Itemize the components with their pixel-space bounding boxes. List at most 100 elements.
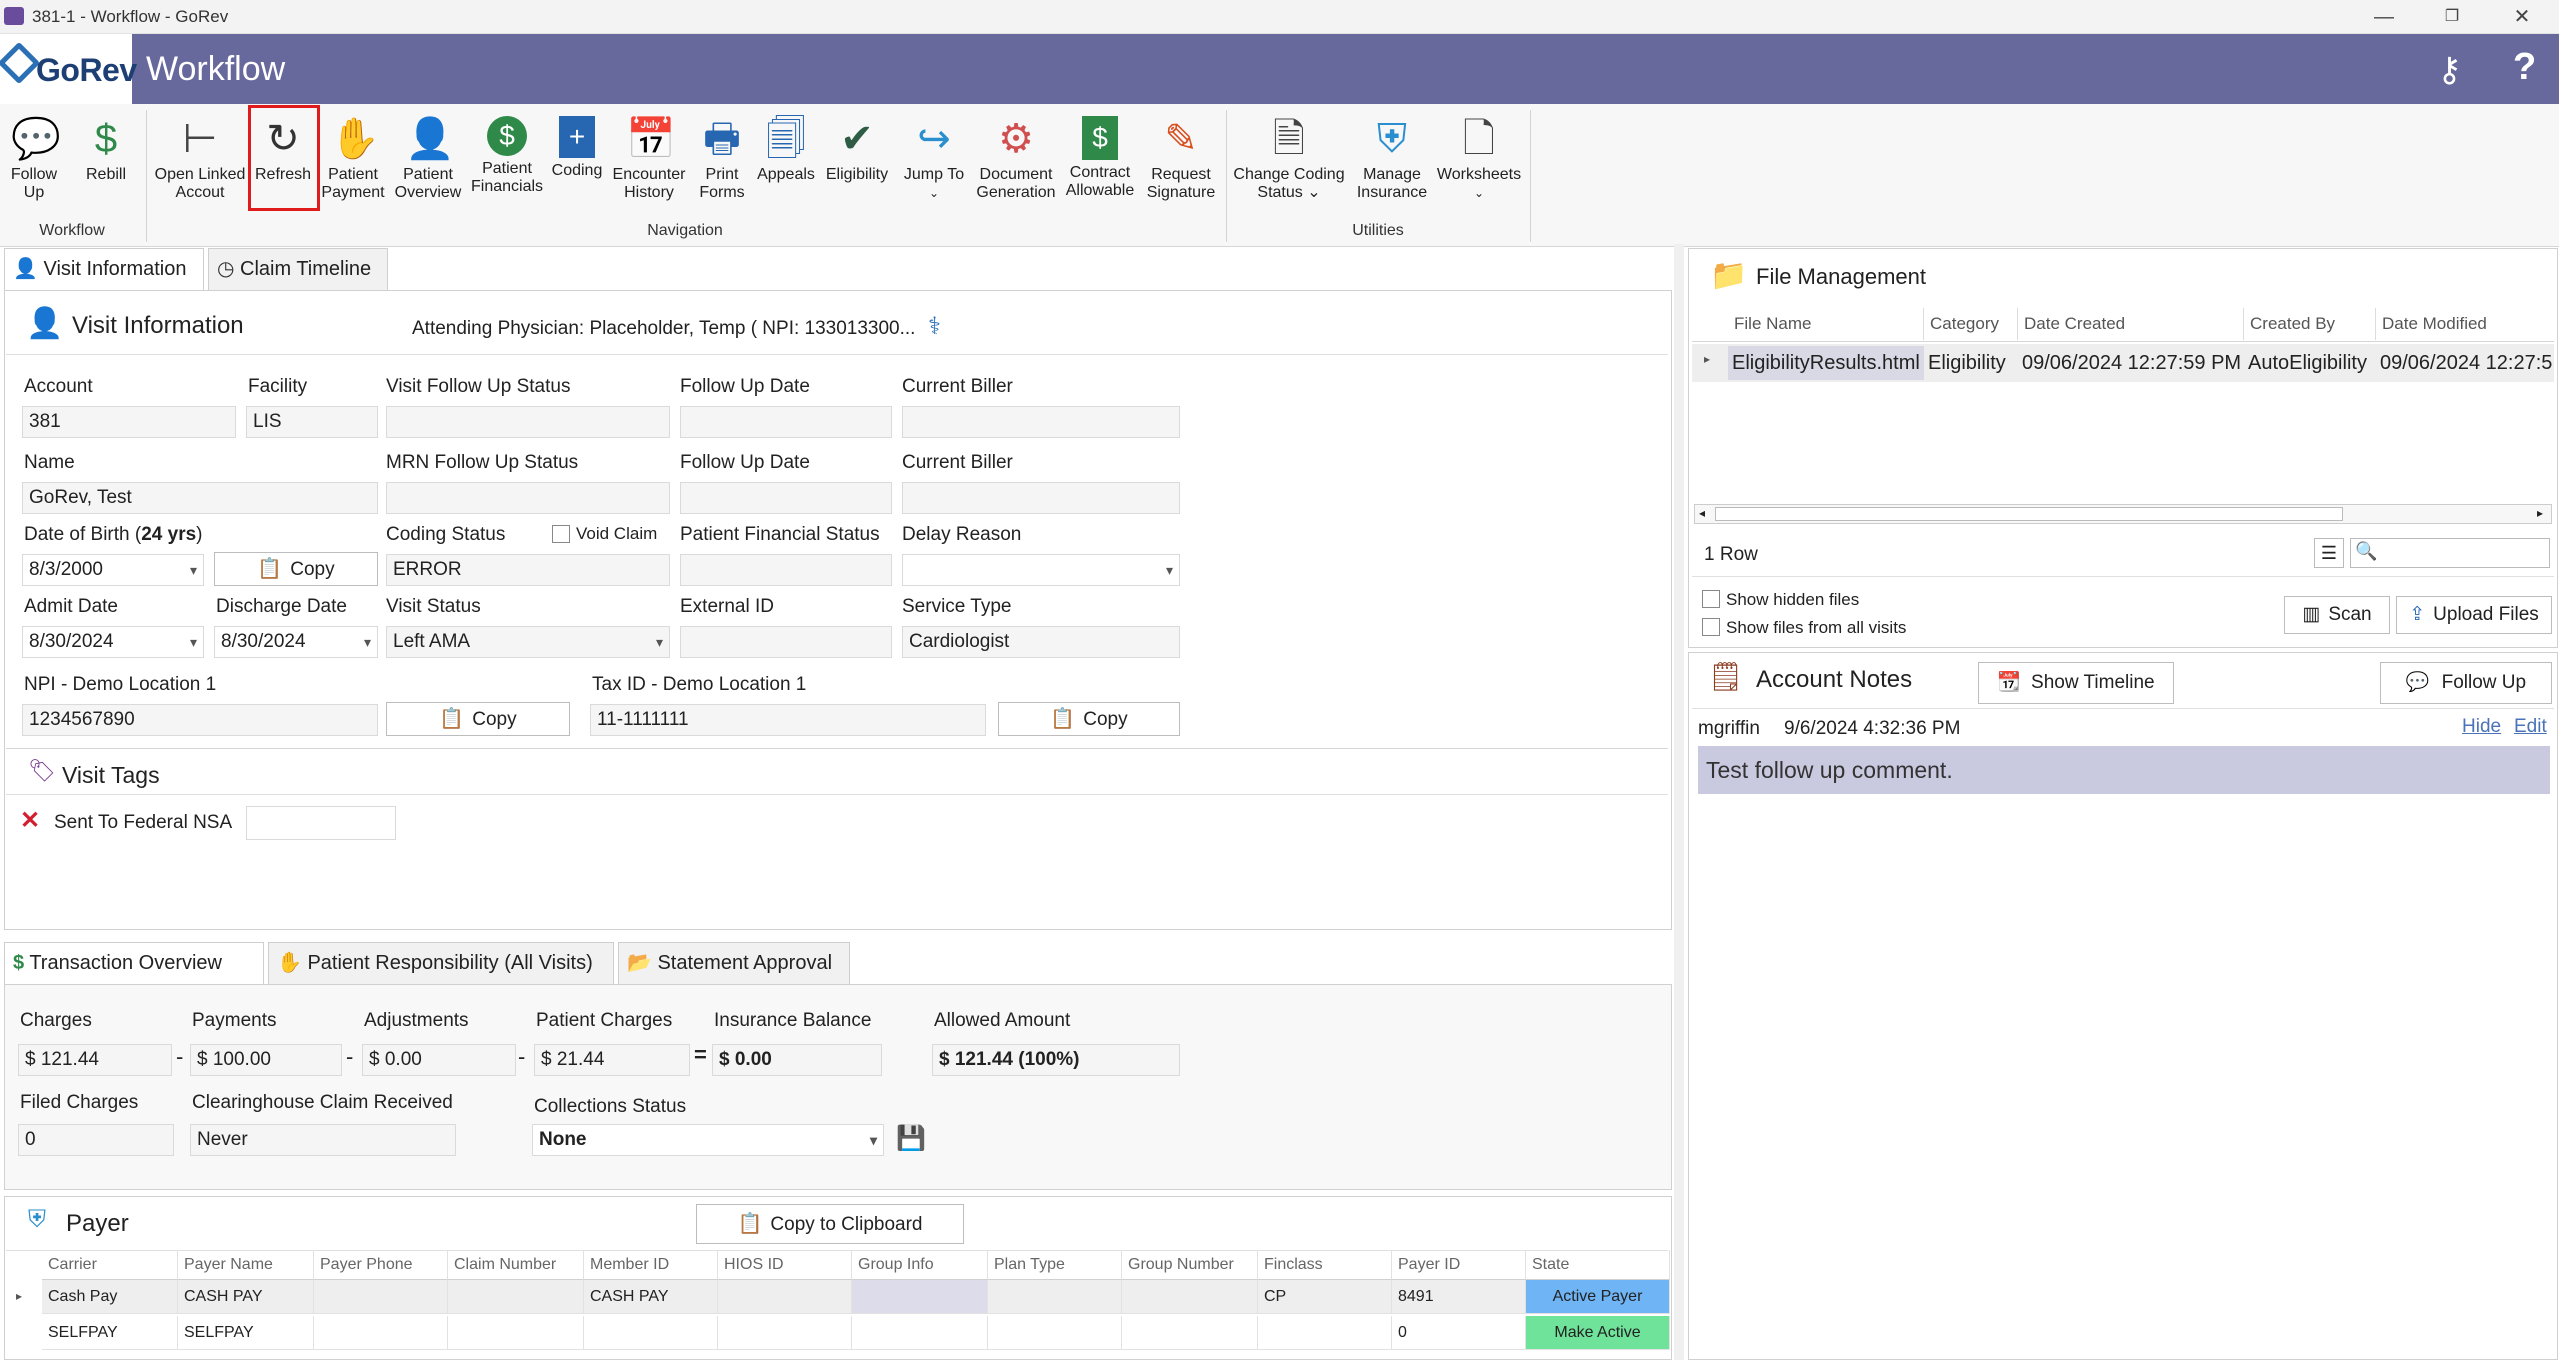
tab-patient-responsibility[interactable]: ✋ Patient Responsibility (All Visits) bbox=[268, 942, 614, 984]
service-type-field[interactable]: Cardiologist bbox=[902, 626, 1180, 658]
col-date-modified[interactable]: Date Modified bbox=[2376, 308, 2554, 340]
external-id-field[interactable] bbox=[680, 626, 892, 658]
copy-npi-button[interactable]: 📋 Copy bbox=[386, 702, 570, 736]
change-coding-status-button[interactable]: 🗎 Change Coding Status ⌄ bbox=[1230, 112, 1348, 216]
mrn-follow-up-status-field[interactable] bbox=[386, 482, 670, 514]
follow-up-date-2-field[interactable] bbox=[680, 482, 892, 514]
patient-financials-button[interactable]: $ Patient Financials bbox=[468, 112, 546, 216]
patient-payment-button[interactable]: ✋ Patient Payment bbox=[318, 112, 388, 216]
tab-transaction-overview[interactable]: $ Transaction Overview bbox=[4, 942, 264, 984]
name-field[interactable]: GoRev, Test bbox=[22, 482, 378, 514]
expand-row-icon[interactable]: ▸ bbox=[16, 1289, 22, 1303]
print-forms-button[interactable]: 🖶 Print Forms bbox=[692, 112, 752, 216]
show-all-visits-checkbox[interactable] bbox=[1702, 618, 1720, 636]
file-search-input[interactable]: 🔍 bbox=[2350, 538, 2550, 568]
patient-financial-status-field[interactable] bbox=[680, 554, 892, 586]
tab-claim-timeline[interactable]: ◷ Claim Timeline bbox=[208, 248, 388, 290]
payer-col-payer-id[interactable]: Payer ID bbox=[1392, 1250, 1526, 1280]
admit-date-picker[interactable]: 8/30/2024 bbox=[22, 626, 204, 658]
visit-tag-input[interactable] bbox=[246, 806, 396, 840]
allowed-amount-field[interactable]: $ 121.44 (100%) bbox=[932, 1044, 1180, 1076]
payer-col-payer-name[interactable]: Payer Name bbox=[178, 1250, 314, 1280]
payer-col-member-id[interactable]: Member ID bbox=[584, 1250, 718, 1280]
copy-dob-button[interactable]: 📋 Copy bbox=[214, 552, 378, 586]
tax-id-field[interactable]: 11-1111111 bbox=[590, 704, 986, 736]
maximize-button[interactable]: ❐ bbox=[2422, 0, 2482, 34]
payer-col-carrier[interactable]: Carrier bbox=[42, 1250, 178, 1280]
scroll-left-icon[interactable]: ◂ bbox=[1699, 506, 1705, 520]
note-edit-link[interactable]: Edit bbox=[2514, 716, 2547, 738]
doctor-icon[interactable]: ⚕ bbox=[928, 312, 941, 341]
payer-col-claim-number[interactable]: Claim Number bbox=[448, 1250, 584, 1280]
coding-button[interactable]: + Coding bbox=[548, 112, 606, 216]
close-button[interactable]: ✕ bbox=[2492, 0, 2552, 34]
contract-allowable-button[interactable]: $ Contract Allowable bbox=[1060, 112, 1140, 216]
account-field[interactable]: 381 bbox=[22, 406, 236, 438]
insurance-balance-field[interactable]: $ 0.00 bbox=[712, 1044, 882, 1076]
open-linked-account-button[interactable]: ⊢ Open Linked Accout bbox=[152, 112, 248, 216]
col-category[interactable]: Category bbox=[1924, 308, 2018, 340]
encounter-history-button[interactable]: 📅 Encounter History bbox=[608, 112, 690, 216]
payer-col-hios-id[interactable]: HIOS ID bbox=[718, 1250, 852, 1280]
payer-col-state[interactable]: State bbox=[1526, 1250, 1670, 1280]
file-row[interactable]: ▸ EligibilityResults.html Eligibility 09… bbox=[1692, 344, 2554, 382]
scrollbar-thumb[interactable] bbox=[1715, 507, 2343, 521]
charges-field[interactable]: $ 121.44 bbox=[18, 1044, 172, 1076]
help-icon[interactable]: ? bbox=[2513, 46, 2536, 89]
discharge-date-picker[interactable]: 8/30/2024 bbox=[214, 626, 378, 658]
visit-follow-up-status-field[interactable] bbox=[386, 406, 670, 438]
patient-charges-field[interactable]: $ 21.44 bbox=[534, 1044, 690, 1076]
remove-tag-icon[interactable]: ✕ bbox=[20, 806, 40, 835]
file-name-cell[interactable]: EligibilityResults.html bbox=[1728, 346, 1924, 380]
payments-field[interactable]: $ 100.00 bbox=[190, 1044, 342, 1076]
payer-col-plan-type[interactable]: Plan Type bbox=[988, 1250, 1122, 1280]
npi-field[interactable]: 1234567890 bbox=[22, 704, 378, 736]
appeals-button[interactable]: 🗐 Appeals bbox=[754, 112, 818, 216]
facility-field[interactable]: LIS bbox=[246, 406, 378, 438]
horizontal-scrollbar[interactable]: ◂ ▸ bbox=[1694, 504, 2552, 524]
follow-up-button[interactable]: 💬 Follow Up bbox=[2, 112, 66, 216]
filed-charges-field[interactable]: 0 bbox=[18, 1124, 174, 1156]
scan-button[interactable]: ▥ Scan bbox=[2284, 596, 2390, 634]
copy-tax-id-button[interactable]: 📋 Copy bbox=[998, 702, 1180, 736]
scroll-right-icon[interactable]: ▸ bbox=[2537, 506, 2543, 520]
worksheets-button[interactable]: 🗋 Worksheets ⌄ bbox=[1436, 112, 1522, 216]
payer-col-group-info[interactable]: Group Info bbox=[852, 1250, 988, 1280]
col-file-name[interactable]: File Name bbox=[1728, 308, 1924, 340]
save-icon[interactable]: 💾 bbox=[896, 1124, 926, 1153]
show-hidden-files-checkbox[interactable] bbox=[1702, 590, 1720, 608]
upload-files-button[interactable]: ⇪ Upload Files bbox=[2396, 596, 2552, 634]
collections-status-select[interactable]: None bbox=[532, 1124, 884, 1156]
document-generation-button[interactable]: ⚙ Document Generation bbox=[974, 112, 1058, 216]
splitter[interactable] bbox=[1674, 244, 1684, 1360]
note-hide-link[interactable]: Hide bbox=[2462, 716, 2501, 738]
copy-to-clipboard-button[interactable]: 📋 Copy to Clipboard bbox=[696, 1204, 964, 1244]
payer-col-payer-phone[interactable]: Payer Phone bbox=[314, 1250, 448, 1280]
show-timeline-button[interactable]: 📆 Show Timeline bbox=[1978, 662, 2174, 704]
payer-state-button[interactable]: Make Active bbox=[1526, 1316, 1670, 1350]
adjustments-field[interactable]: $ 0.00 bbox=[362, 1044, 516, 1076]
delay-reason-select[interactable] bbox=[902, 554, 1180, 586]
request-signature-button[interactable]: ✎ Request Signature bbox=[1142, 112, 1220, 216]
rebill-button[interactable]: $ Rebill bbox=[74, 112, 138, 216]
tab-visit-information[interactable]: 👤 Visit Information bbox=[4, 248, 204, 290]
minimize-button[interactable]: — bbox=[2354, 0, 2414, 34]
visit-status-select[interactable]: Left AMA bbox=[386, 626, 670, 658]
user-keys-icon[interactable]: ⚷ bbox=[2437, 50, 2462, 90]
expand-row-icon[interactable]: ▸ bbox=[1704, 352, 1710, 366]
manage-insurance-button[interactable]: ⛨ Manage Insurance bbox=[1350, 112, 1434, 216]
payer-state-button[interactable]: Active Payer bbox=[1526, 1280, 1670, 1314]
payer-col-finclass[interactable]: Finclass bbox=[1258, 1250, 1392, 1280]
dob-date-picker[interactable]: 8/3/2000 bbox=[22, 554, 204, 586]
column-chooser-icon[interactable]: ☰ bbox=[2314, 538, 2344, 568]
void-claim-checkbox[interactable] bbox=[552, 525, 570, 543]
tab-statement-approval[interactable]: 📂 Statement Approval bbox=[618, 942, 850, 984]
clearinghouse-field[interactable]: Never bbox=[190, 1124, 456, 1156]
notes-follow-up-button[interactable]: 💬 Follow Up bbox=[2380, 662, 2552, 704]
jump-to-button[interactable]: ↪ Jump To ⌄ bbox=[896, 112, 972, 216]
current-biller-field[interactable] bbox=[902, 406, 1180, 438]
current-biller-2-field[interactable] bbox=[902, 482, 1180, 514]
col-created-by[interactable]: Created By bbox=[2244, 308, 2376, 340]
follow-up-date-field[interactable] bbox=[680, 406, 892, 438]
eligibility-button[interactable]: ✔ Eligibility bbox=[820, 112, 894, 216]
